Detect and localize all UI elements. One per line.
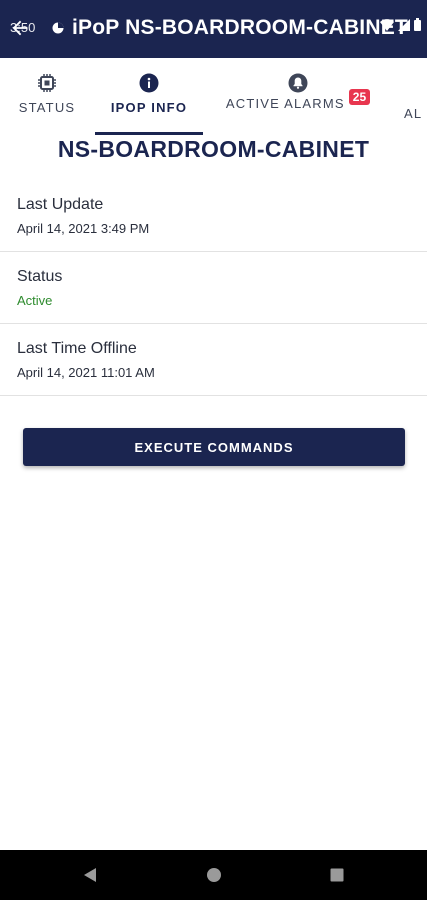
active-tab-indicator bbox=[95, 132, 203, 135]
app-bar: 3:50 iPoP NS-BOARDROOM-CABINET bbox=[0, 0, 427, 58]
info-row-status: Status Active bbox=[0, 252, 427, 324]
status-value: Active bbox=[17, 293, 53, 308]
info-row-last-offline: Last Time Offline April 14, 2021 11:01 A… bbox=[0, 324, 427, 396]
tab-active-alarms[interactable]: ACTIVE ALARMS 25 bbox=[218, 58, 378, 138]
tab-ipop-info[interactable]: IPOP INFO bbox=[106, 58, 192, 138]
info-list: Last Update April 14, 2021 3:49 PM Statu… bbox=[0, 180, 427, 396]
wifi-icon bbox=[380, 18, 394, 31]
info-icon bbox=[138, 72, 160, 94]
execute-commands-button[interactable]: EXECUTE COMMANDS bbox=[23, 428, 405, 466]
info-key: Status bbox=[17, 268, 63, 285]
battery-icon bbox=[414, 18, 421, 31]
tab-label: ACTIVE ALARMS bbox=[225, 96, 345, 111]
arrow-left-icon[interactable] bbox=[8, 16, 32, 40]
tab-label: AL bbox=[404, 106, 423, 121]
home-circle-icon[interactable] bbox=[204, 865, 224, 885]
app-title: iPoP NS-BOARDROOM-CABINET bbox=[72, 16, 408, 39]
tab-overflow[interactable]: AL bbox=[404, 58, 427, 138]
page-title: NS-BOARDROOM-CABINET bbox=[57, 136, 370, 162]
tab-label: STATUS bbox=[18, 100, 76, 115]
system-nav-bar bbox=[0, 850, 427, 900]
tab-status[interactable]: STATUS bbox=[14, 58, 80, 138]
info-value: April 14, 2021 11:01 AM bbox=[17, 365, 155, 380]
info-key: Last Time Offline bbox=[17, 340, 137, 357]
tab-label: IPOP INFO bbox=[110, 100, 188, 115]
info-row-last-update: Last Update April 14, 2021 3:49 PM bbox=[0, 180, 427, 252]
info-key: Last Update bbox=[17, 196, 104, 213]
alarm-count-badge: 25 bbox=[348, 89, 371, 105]
tab-bar: STATUS IPOP INFO ACTIVE ALARMS 25 AL bbox=[0, 58, 427, 138]
back-triangle-icon[interactable] bbox=[80, 865, 100, 885]
system-icons bbox=[380, 18, 421, 31]
bell-icon bbox=[287, 72, 309, 94]
chip-icon bbox=[36, 72, 58, 94]
info-value: April 14, 2021 3:49 PM bbox=[17, 221, 150, 236]
recents-square-icon[interactable] bbox=[327, 865, 347, 885]
signal-icon bbox=[398, 18, 410, 31]
sync-icon bbox=[52, 21, 64, 34]
